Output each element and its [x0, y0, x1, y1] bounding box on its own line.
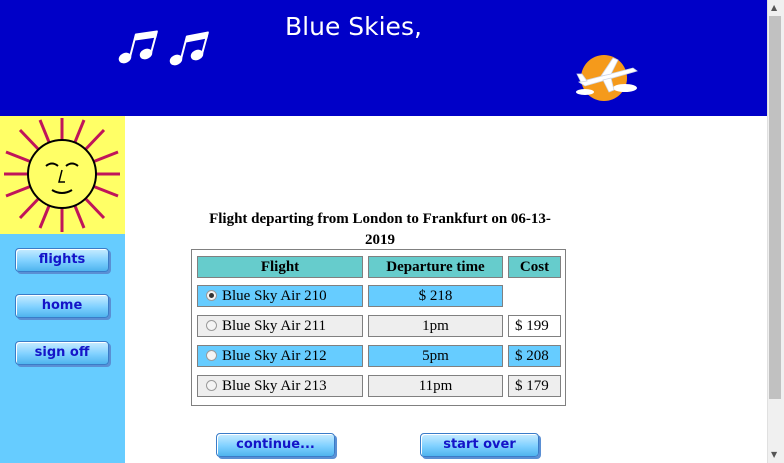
radio-icon[interactable] — [206, 350, 217, 361]
table-row-cost: $ 208 — [508, 345, 561, 367]
table-row-departure: 1pm — [368, 315, 503, 337]
table-row-flight[interactable]: Blue Sky Air 213 — [197, 375, 363, 397]
sidebar-item-home[interactable]: home — [15, 294, 109, 318]
start-over-button[interactable]: start over — [420, 433, 539, 457]
radio-icon[interactable] — [206, 380, 217, 391]
header-flight: Flight — [197, 256, 363, 278]
sidebar-item-flights[interactable]: flights — [15, 248, 109, 272]
airplane-sun-icon — [576, 55, 638, 101]
sun-face-logo — [0, 116, 125, 234]
flight-label: Blue Sky Air 212 — [222, 348, 327, 364]
page-title: Flight departing from London to Frankfur… — [209, 211, 551, 248]
music-notes-icon — [118, 30, 209, 66]
brand-title: Blue Skies, — [285, 12, 422, 41]
table-row-cost: $ 179 — [508, 375, 561, 397]
table-row-cost: $ 199 — [508, 315, 561, 337]
continue-button[interactable]: continue... — [216, 433, 335, 457]
table-row-flight[interactable]: Blue Sky Air 212 — [197, 345, 363, 367]
radio-icon[interactable] — [206, 320, 217, 331]
header-cost: Cost — [508, 256, 561, 278]
flights-table: Flight Departure time Cost Blue Sky Air … — [191, 249, 566, 406]
scrollbar-thumb[interactable] — [769, 16, 781, 399]
sun-face-icon — [4, 118, 120, 232]
radio-icon[interactable] — [206, 290, 217, 301]
table-row-departure: $ 218 — [368, 285, 503, 307]
table-row-departure: 5pm — [368, 345, 503, 367]
flight-label: Blue Sky Air 211 — [222, 318, 327, 334]
table-row-flight[interactable]: Blue Sky Air 211 — [197, 315, 363, 337]
header-departure-time: Departure time — [368, 256, 503, 278]
table-row-flight[interactable]: Blue Sky Air 210 — [197, 285, 363, 307]
header-banner: Blue Skies, — [0, 0, 767, 116]
table-row-departure: 11pm — [368, 375, 503, 397]
flight-label: Blue Sky Air 210 — [222, 288, 327, 304]
sidebar-item-sign-off[interactable]: sign off — [15, 341, 109, 365]
flight-label: Blue Sky Air 213 — [222, 378, 327, 394]
scroll-down-icon[interactable]: ▼ — [771, 450, 777, 459]
scroll-up-icon[interactable]: ▲ — [771, 3, 777, 12]
